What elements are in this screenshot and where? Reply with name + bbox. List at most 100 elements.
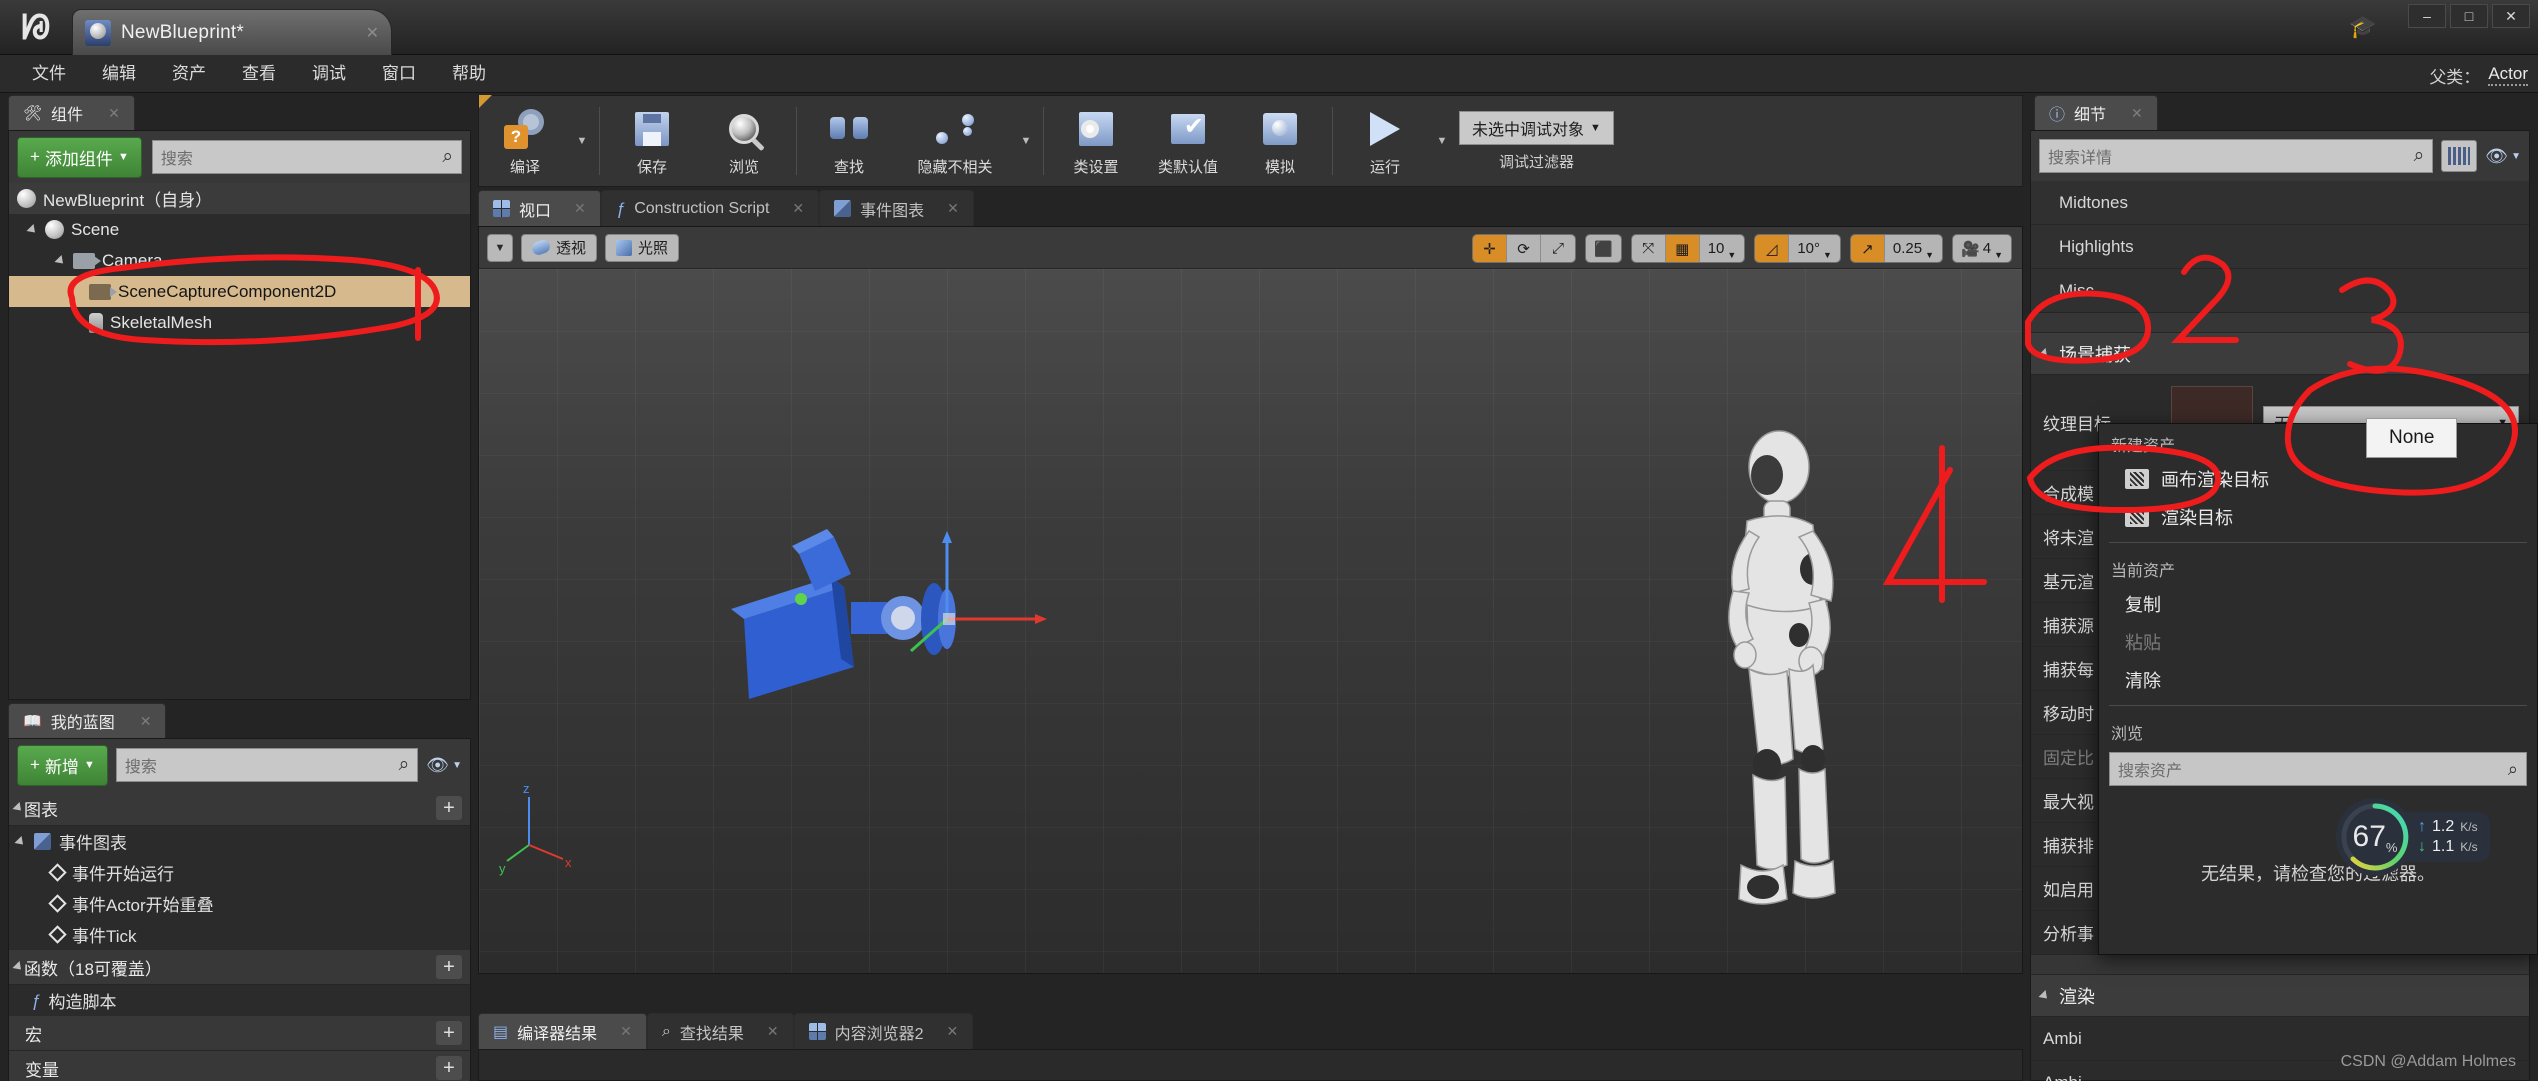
menu-item-render-target[interactable]: 渲染目标 <box>2099 498 2537 536</box>
toolbar-button-class-settings[interactable]: 类设置 <box>1050 95 1142 187</box>
hide-unrelated-caret[interactable]: ▼ <box>1015 95 1037 187</box>
close-icon[interactable]: ✕ <box>574 200 586 217</box>
tree-row-camera[interactable]: Camera <box>9 245 470 276</box>
components-search-input[interactable]: 搜索 ⌕ <box>152 140 462 174</box>
tab-components[interactable]: 🛠 组件 ✕ <box>8 95 135 130</box>
debug-target-dropdown[interactable]: 未选中调试对象 ▼ <box>1459 111 1614 145</box>
tab-content-browser-2[interactable]: 内容浏览器2 ✕ <box>794 1013 974 1049</box>
tab-find-results[interactable]: ⌕ 查找结果 ✕ <box>647 1013 794 1049</box>
toolbar-button-browse[interactable]: 浏览 <box>698 95 790 187</box>
my-blueprint-search-input[interactable]: 搜索 ⌕ <box>116 748 418 782</box>
expand-arrow-icon[interactable] <box>12 802 24 814</box>
menu-item-clear[interactable]: 清除 <box>2099 661 2537 699</box>
close-icon[interactable]: ✕ <box>767 1023 779 1040</box>
minimize-button[interactable]: – <box>2408 4 2446 28</box>
viewport-3d[interactable]: ▼ 透视 光照 ✛ ⟳ ⤢ ⬛ <box>478 226 2023 974</box>
tab-compiler-results[interactable]: ▤ 编译器结果 ✕ <box>478 1013 647 1049</box>
toolbar-button-save[interactable]: 保存 <box>606 95 698 187</box>
expand-arrow-icon[interactable] <box>26 223 38 235</box>
tree-row-root[interactable]: NewBlueprint（自身） <box>9 183 470 214</box>
world-coord-button[interactable]: ⬛ <box>1586 235 1621 262</box>
details-visibility-button[interactable]: 👁 ▼ <box>2485 146 2521 167</box>
grid-size-dropdown[interactable]: 10 ▼ <box>1700 235 1745 262</box>
menu-item-help[interactable]: 帮助 <box>434 55 504 93</box>
tree-row-scenecapturecomponent2d[interactable]: SceneCaptureComponent2D <box>9 276 470 307</box>
menu-item-canvas-render-target[interactable]: 画布渲染目标 <box>2099 460 2537 498</box>
expand-arrow-icon[interactable] <box>2038 347 2050 359</box>
details-search-input[interactable]: 搜索详情 ⌕ <box>2039 139 2433 173</box>
add-graph-button[interactable]: + <box>436 796 462 820</box>
expand-arrow-icon[interactable] <box>54 254 66 266</box>
details-category-scene-capture[interactable]: 场景捕获 <box>2031 333 2529 375</box>
menu-item-file[interactable]: 文件 <box>14 55 84 93</box>
play-options-caret[interactable]: ▼ <box>1431 95 1453 187</box>
tab-event-graph[interactable]: 事件图表 ✕ <box>819 190 974 226</box>
lit-button[interactable]: 光照 <box>605 234 679 262</box>
close-icon[interactable]: ✕ <box>947 1023 959 1040</box>
details-row-misc[interactable]: Misc <box>2031 269 2529 313</box>
tab-viewport[interactable]: 视口 ✕ <box>478 190 601 226</box>
menu-item-asset[interactable]: 资产 <box>154 55 224 93</box>
expand-arrow-icon[interactable] <box>2038 989 2050 1001</box>
toolbar-button-find[interactable]: 查找 <box>803 95 895 187</box>
toolbar-button-class-defaults[interactable]: 类默认值 <box>1142 95 1234 187</box>
rotate-tool-button[interactable]: ⟳ <box>1507 235 1541 262</box>
details-row-midtones[interactable]: Midtones <box>2031 181 2529 225</box>
scale-size-dropdown[interactable]: 0.25 ▼ <box>1885 235 1942 262</box>
close-icon[interactable]: ✕ <box>792 200 804 217</box>
close-icon[interactable]: ✕ <box>366 23 379 43</box>
section-macros[interactable]: 宏 + <box>9 1016 470 1051</box>
close-icon[interactable]: ✕ <box>140 713 152 730</box>
surface-snap-button[interactable]: ⤧ <box>1632 235 1666 262</box>
tree-row-scene[interactable]: Scene <box>9 214 470 245</box>
angle-size-dropdown[interactable]: 10° ▼ <box>1789 235 1840 262</box>
section-graphs[interactable]: 图表 + <box>9 791 470 826</box>
add-component-button[interactable]: + 添加组件 ▼ <box>17 137 142 178</box>
list-item-begin-play[interactable]: 事件开始运行 <box>9 857 470 888</box>
close-icon[interactable]: ✕ <box>947 200 959 217</box>
scale-tool-button[interactable]: ⤢ <box>1541 235 1575 262</box>
add-macro-button[interactable]: + <box>436 1021 462 1045</box>
camera-speed-dropdown[interactable]: 🎥 4 ▼ <box>1953 235 2011 262</box>
close-button[interactable]: ✕ <box>2492 4 2530 28</box>
menu-item-debug[interactable]: 调试 <box>294 55 364 93</box>
menu-item-view[interactable]: 查看 <box>224 55 294 93</box>
grid-view-button[interactable] <box>2441 140 2477 172</box>
toolbar-button-hide-unrelated[interactable]: 隐藏不相关 <box>895 95 1015 187</box>
list-item-construction-script[interactable]: ƒ 构造脚本 <box>9 985 470 1016</box>
toolbar-button-simulate[interactable]: 模拟 <box>1234 95 1326 187</box>
visibility-options-button[interactable]: 👁 ▼ <box>426 755 462 776</box>
menu-item-copy[interactable]: 复制 <box>2099 585 2537 623</box>
details-row-highlights[interactable]: Highlights <box>2031 225 2529 269</box>
section-functions[interactable]: 函数（18可覆盖） + <box>9 950 470 985</box>
toolbar-button-compile[interactable]: ? 编译 <box>479 95 571 187</box>
asset-search-input[interactable]: 搜索资产 ⌕ <box>2109 752 2527 786</box>
expand-arrow-icon[interactable] <box>14 835 26 847</box>
section-variables[interactable]: 变量 + <box>9 1051 470 1081</box>
document-tab-newblueprint[interactable]: NewBlueprint* ✕ <box>72 9 392 55</box>
parent-class-value[interactable]: Actor <box>2488 64 2528 86</box>
tree-row-skeletalmesh[interactable]: SkeletalMesh <box>9 307 470 338</box>
grid-snap-button[interactable]: ▦ <box>1666 235 1700 262</box>
add-function-button[interactable]: + <box>436 955 462 979</box>
list-item-event-tick[interactable]: 事件Tick <box>9 919 470 950</box>
add-new-button[interactable]: + 新增 ▼ <box>17 745 108 786</box>
menu-item-edit[interactable]: 编辑 <box>84 55 154 93</box>
details-category-rendering[interactable]: 渲染 <box>2031 975 2529 1017</box>
close-icon[interactable]: ✕ <box>2131 105 2143 122</box>
perspective-button[interactable]: 透视 <box>521 234 597 262</box>
graduation-cap-icon[interactable]: 🎓 <box>2346 12 2380 42</box>
close-icon[interactable]: ✕ <box>108 105 120 122</box>
menu-item-window[interactable]: 窗口 <box>364 55 434 93</box>
expand-arrow-icon[interactable] <box>12 961 24 973</box>
tab-my-blueprint[interactable]: 📖 我的蓝图 ✕ <box>8 703 166 738</box>
scale-snap-button[interactable]: ↗ <box>1851 235 1885 262</box>
toolbar-button-play[interactable]: 运行 <box>1339 95 1431 187</box>
list-item-event-graph[interactable]: 事件图表 <box>9 826 470 857</box>
move-tool-button[interactable]: ✛ <box>1473 235 1507 262</box>
viewport-options-button[interactable]: ▼ <box>487 234 513 262</box>
list-item-actor-begin-overlap[interactable]: 事件Actor开始重叠 <box>9 888 470 919</box>
add-variable-button[interactable]: + <box>436 1056 462 1080</box>
compile-options-caret[interactable]: ▼ <box>571 95 593 187</box>
tab-details[interactable]: ⓘ 细节 ✕ <box>2034 95 2158 130</box>
